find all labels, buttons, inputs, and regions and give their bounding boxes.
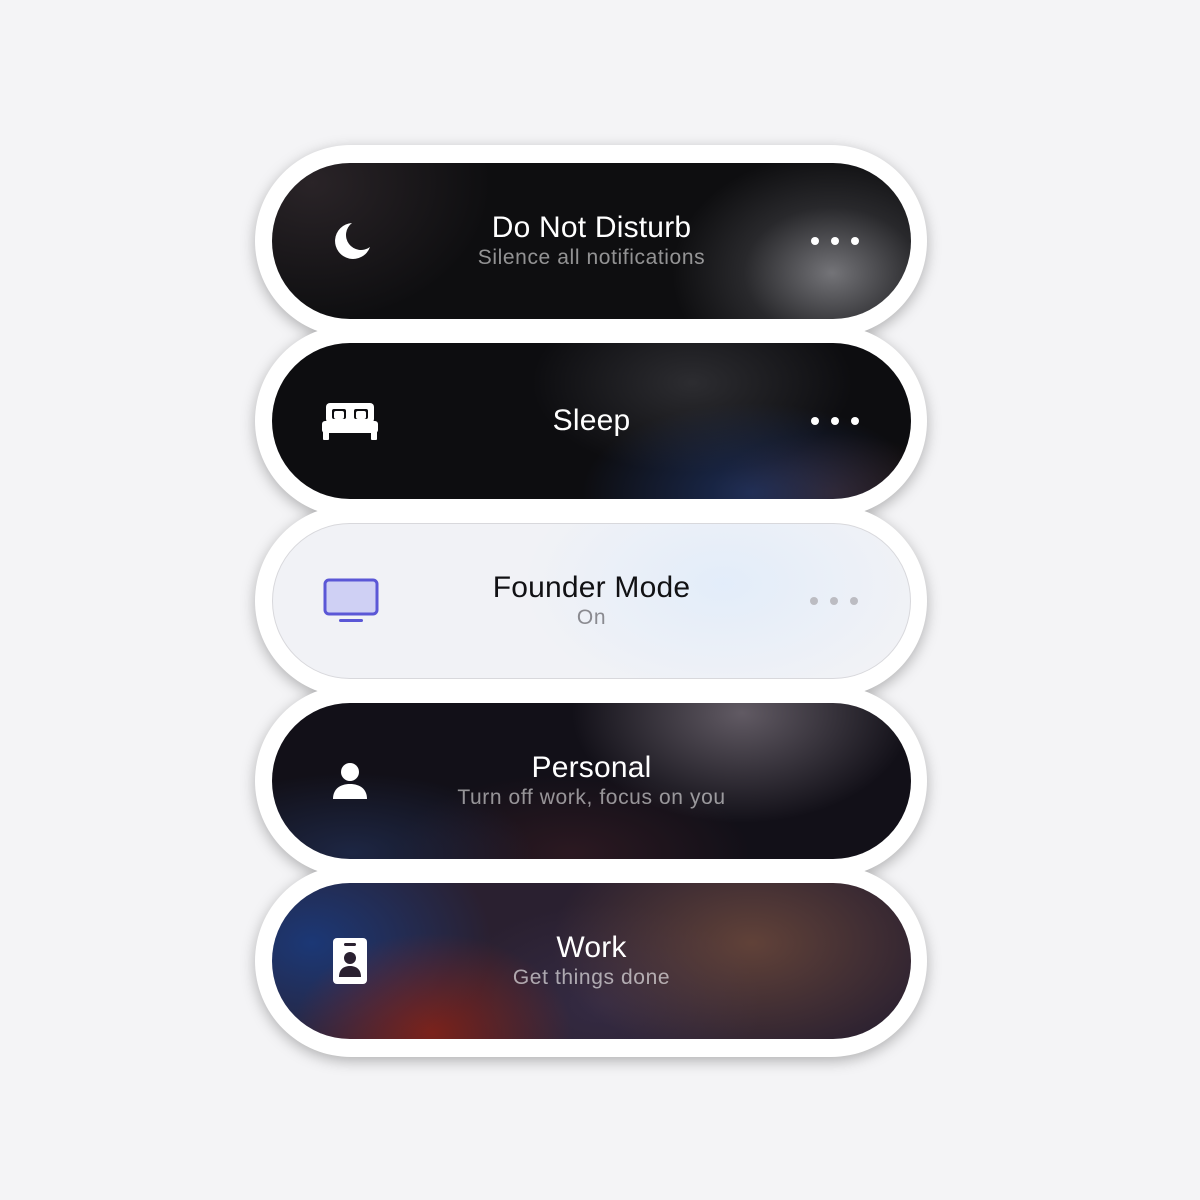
focus-mode-text: Do Not Disturb Silence all notifications (422, 163, 761, 319)
more-dot (851, 417, 859, 425)
focus-mode-text: Founder Mode On (423, 524, 760, 678)
focus-mode-text: Work Get things done (422, 883, 761, 1039)
more-dot (811, 417, 819, 425)
person-icon (320, 751, 380, 811)
focus-mode-subtitle: Get things done (512, 966, 671, 989)
focus-mode-subtitle: Turn off work, focus on you (457, 786, 726, 809)
id-badge-icon (320, 931, 380, 991)
bed-icon (320, 391, 380, 451)
focus-mode-text: Sleep (422, 343, 761, 499)
focus-mode-founder-mode[interactable]: Founder Mode On (272, 523, 911, 679)
more-options-button[interactable] (811, 411, 859, 431)
moon-icon (320, 211, 380, 271)
more-dot (830, 597, 838, 605)
focus-mode-sleep[interactable]: Sleep (272, 343, 911, 499)
focus-mode-personal[interactable]: Personal Turn off work, focus on you (272, 703, 911, 859)
more-options-button[interactable] (811, 231, 859, 251)
focus-mode-title: Founder Mode (492, 571, 691, 604)
focus-mode-title: Do Not Disturb (491, 211, 692, 244)
more-dot (810, 597, 818, 605)
focus-modes-sticker: Do Not Disturb Silence all notifications (255, 145, 927, 1057)
focus-mode-title: Personal (531, 751, 652, 784)
focus-mode-text: Personal Turn off work, focus on you (422, 703, 761, 859)
more-dot (831, 237, 839, 245)
focus-mode-title: Sleep (552, 404, 631, 437)
monitor-icon (321, 571, 381, 631)
more-options-button[interactable] (810, 591, 858, 611)
focus-mode-do-not-disturb[interactable]: Do Not Disturb Silence all notifications (272, 163, 911, 319)
focus-mode-title: Work (556, 931, 627, 964)
stage: Do Not Disturb Silence all notifications (0, 0, 1200, 1200)
more-dot (831, 417, 839, 425)
more-dot (850, 597, 858, 605)
focus-mode-subtitle: Silence all notifications (477, 246, 706, 269)
more-dot (811, 237, 819, 245)
focus-mode-status: On (576, 606, 607, 629)
more-dot (851, 237, 859, 245)
focus-mode-work[interactable]: Work Get things done (272, 883, 911, 1039)
